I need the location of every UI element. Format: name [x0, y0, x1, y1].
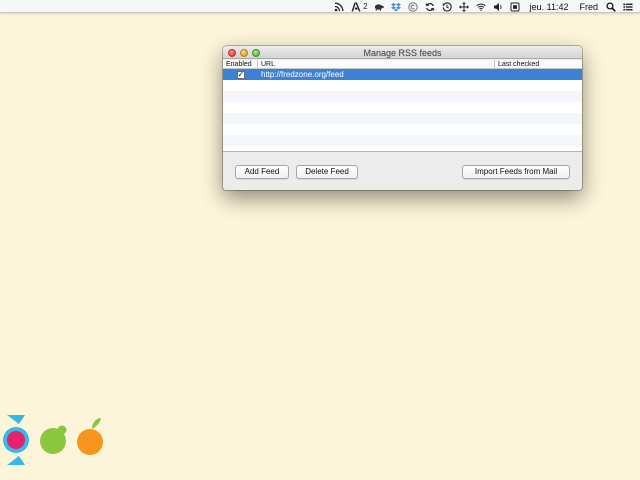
import-feeds-from-mail-button[interactable]: Import Feeds from Mail [462, 165, 570, 179]
copyright-circle-icon[interactable] [407, 1, 419, 12]
menu-bar: 2 jeu. 11:42 Fred [0, 0, 640, 13]
adobe-icon[interactable] [350, 1, 362, 12]
wifi-icon[interactable] [475, 1, 487, 12]
feed-url-cell[interactable]: http://fredzone.org/feed [258, 70, 495, 79]
candy-fruit-logo-icon [3, 415, 103, 465]
time-machine-icon[interactable] [441, 1, 453, 12]
feeds-table[interactable]: Enabled URL Last checked ✓ http://fredzo… [223, 60, 582, 152]
empty-row [223, 135, 582, 146]
manage-rss-feeds-window: Manage RSS feeds Enabled URL Last checke… [223, 46, 582, 190]
empty-row [223, 124, 582, 135]
window-title: Manage RSS feeds [363, 48, 442, 58]
menubar-clock[interactable]: jeu. 11:42 [530, 1, 569, 13]
status-area: 2 jeu. 11:42 Fred [328, 0, 640, 13]
enabled-cell: ✓ [223, 70, 258, 79]
turtle-icon[interactable] [373, 1, 385, 12]
move-arrows-icon[interactable] [458, 1, 470, 12]
add-feed-button[interactable]: Add Feed [235, 165, 289, 179]
empty-row [223, 102, 582, 113]
table-header: Enabled URL Last checked [223, 60, 582, 69]
column-header-last-checked[interactable]: Last checked [495, 60, 582, 68]
empty-row [223, 80, 582, 91]
rss-icon[interactable] [333, 1, 345, 12]
dropbox-icon[interactable] [390, 1, 402, 12]
empty-row [223, 113, 582, 124]
empty-row [223, 91, 582, 102]
column-header-url[interactable]: URL [258, 60, 495, 68]
input-source-icon[interactable] [509, 1, 521, 12]
window-titlebar[interactable]: Manage RSS feeds [223, 46, 582, 59]
menubar-user[interactable]: Fred [579, 1, 598, 13]
delete-feed-button[interactable]: Delete Feed [296, 165, 358, 179]
magnifier-icon[interactable] [605, 1, 617, 12]
adobe-update-count: 2 [363, 2, 368, 11]
list-icon[interactable] [622, 1, 634, 12]
column-header-enabled[interactable]: Enabled [223, 60, 258, 68]
volume-icon[interactable] [492, 1, 504, 12]
table-row[interactable]: ✓ http://fredzone.org/feed [223, 69, 582, 80]
sync-icon[interactable] [424, 1, 436, 12]
enabled-checkbox[interactable]: ✓ [236, 70, 245, 79]
